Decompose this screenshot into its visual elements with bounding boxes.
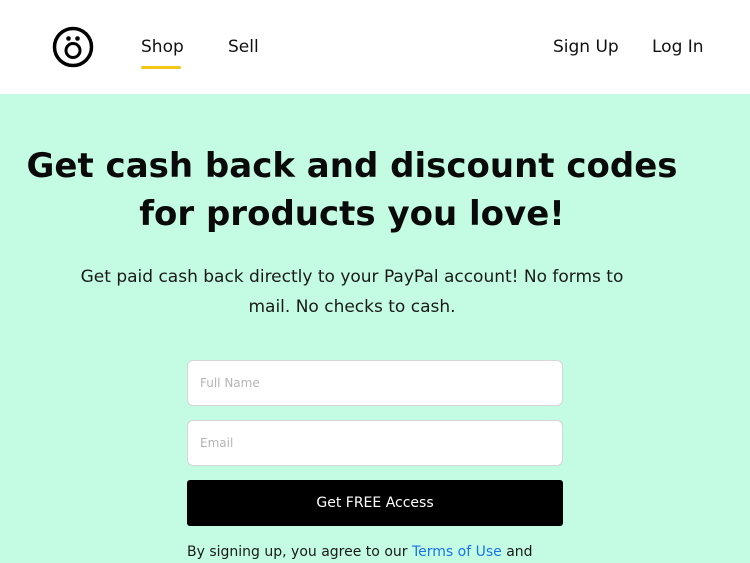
headline-line-2: for products you love! xyxy=(139,194,565,234)
terms-of-use-link[interactable]: Terms of Use xyxy=(412,544,502,560)
get-free-access-button[interactable]: Get FREE Access xyxy=(187,480,563,526)
subtext-line-1: Get paid cash back directly to your PayP… xyxy=(80,267,624,287)
legal-notice: By signing up, you agree to our Terms of… xyxy=(187,544,587,560)
hero-section: Get cash back and discount codes for pro… xyxy=(0,94,750,563)
nav-login-link[interactable]: Log In xyxy=(652,37,704,57)
full-name-input[interactable] xyxy=(187,360,563,406)
headline-line-1: Get cash back and discount codes xyxy=(26,146,678,186)
nav-sell-link[interactable]: Sell xyxy=(228,37,259,57)
nav-shop-link[interactable]: Shop xyxy=(141,37,184,57)
email-input[interactable] xyxy=(187,420,563,466)
hero-subtext: Get paid cash back directly to your PayP… xyxy=(60,262,644,322)
brand-logo-icon[interactable] xyxy=(52,26,94,68)
hero-headline: Get cash back and discount codes for pro… xyxy=(0,142,704,238)
nav-signup-link[interactable]: Sign Up xyxy=(553,37,619,57)
legal-suffix: and xyxy=(501,544,533,560)
top-navbar: Shop Sell Sign Up Log In xyxy=(0,0,750,94)
legal-prefix: By signing up, you agree to our xyxy=(187,544,412,560)
subtext-line-2: mail. No checks to cash. xyxy=(248,297,456,317)
active-tab-underline xyxy=(141,66,181,69)
